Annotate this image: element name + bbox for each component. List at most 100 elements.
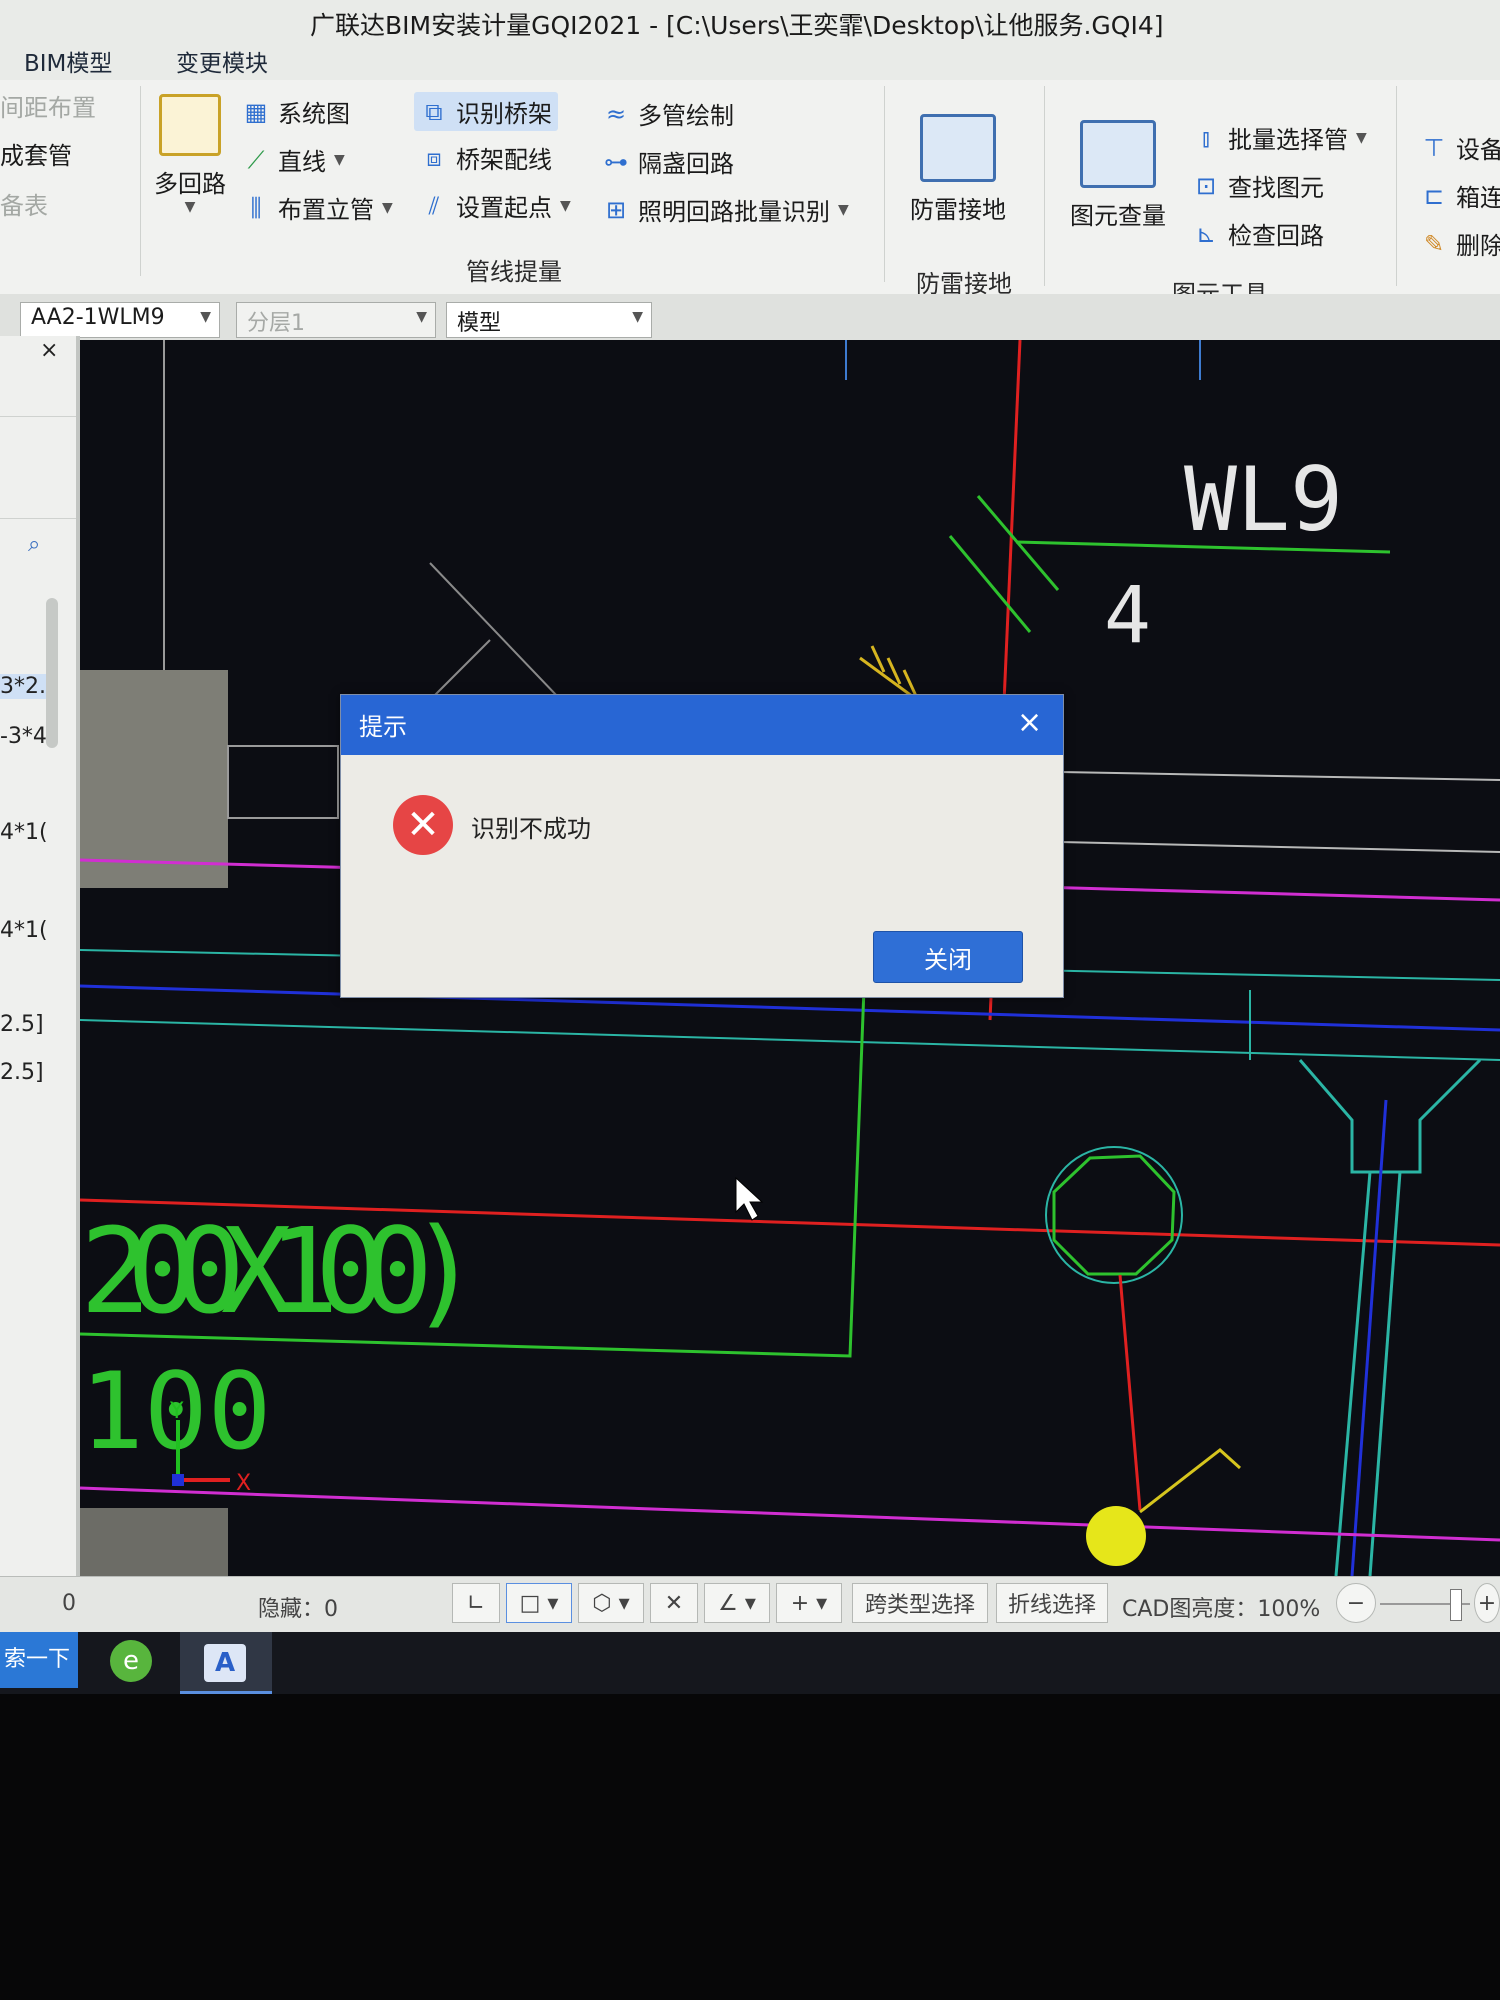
zoom-out-button[interactable]: − (1336, 1583, 1376, 1623)
set-start-dropdown-icon: ▼ (560, 197, 571, 214)
close-icon[interactable]: × (1017, 705, 1042, 740)
multi-loop-button[interactable]: 多回路 ▼ (154, 94, 226, 215)
cad-line (948, 535, 1032, 633)
polyline-select-button[interactable]: 折线选择 (996, 1583, 1108, 1623)
bridge-wiring-button[interactable]: ⧈ 桥架配线 (420, 140, 552, 175)
list-item[interactable]: 2.5] (0, 1012, 44, 1037)
hidden-loop-button[interactable]: ⊶ 隔盏回路 (602, 144, 734, 179)
system-select-value: AA2-1WLM9 (31, 305, 165, 330)
delete-button[interactable]: ✎ 删除 (1420, 226, 1500, 261)
identify-bridge-button[interactable]: ⧉ 识别桥架 (414, 92, 558, 131)
check-loop-button[interactable]: ⊾ 检查回路 (1192, 216, 1324, 251)
multi-pipe-draw-label: 多管绘制 (638, 102, 734, 130)
gray-block (80, 670, 228, 888)
error-icon: ✕ (393, 795, 453, 855)
list-item[interactable]: -3*4 (0, 724, 47, 749)
panel-close-icon[interactable]: × (40, 338, 58, 363)
find-element-button[interactable]: ⊡ 查找图元 (1192, 168, 1324, 203)
multi-pipe-draw-button[interactable]: ≈ 多管绘制 (602, 96, 734, 131)
identify-bridge-icon: ⧉ (425, 97, 443, 126)
search-icon[interactable]: ⌕ (28, 532, 40, 557)
chevron-down-icon: ▼ (632, 309, 643, 325)
pipeline-group-label: 管线提量 (466, 258, 562, 286)
cad-brightness-label: CAD图亮度：100% (1122, 1597, 1321, 1622)
ribbon-separator (140, 86, 141, 276)
list-item[interactable]: 4*1( (0, 820, 48, 845)
batch-select-dropdown-icon: ▼ (1356, 129, 1367, 146)
window-title: 广联达BIM安装计量GQI2021 - [C:\Users\王奕霏\Deskto… (310, 11, 1164, 40)
close-button[interactable]: 关闭 (873, 931, 1023, 983)
chevron-down-icon: ▼ (200, 309, 211, 325)
hidden-count: 隐藏：0 (258, 1597, 338, 1622)
tab-bim-model[interactable]: BIM模型 (24, 44, 112, 78)
straight-line-button[interactable]: ⟋ 直线 ▼ (242, 142, 345, 177)
snap-toggle[interactable]: ✕ (650, 1583, 698, 1623)
equipment-icon: ⊤ (1423, 133, 1445, 162)
place-riser-button[interactable]: ⫼ 布置立管 ▼ (242, 190, 393, 225)
dialog-title: 提示 (359, 713, 407, 741)
angle-toggle[interactable]: ∠ ▾ (704, 1583, 770, 1623)
system-diagram-label: 系统图 (278, 100, 350, 128)
list-item[interactable]: 3*2. (0, 674, 46, 699)
layer-select-value: 分层1 (247, 311, 305, 336)
list-item[interactable]: 4*1( (0, 918, 48, 943)
taskbar-app-gqi[interactable]: A (180, 1632, 272, 1694)
multi-loop-label: 多回路 (154, 170, 226, 198)
lightning-grounding-icon (920, 114, 996, 182)
element-quantity-label: 图元查量 (1070, 202, 1166, 230)
cross-type-select-button[interactable]: 跨类型选择 (852, 1583, 988, 1623)
select-box-toggle[interactable]: □ ▾ (506, 1583, 572, 1623)
system-diagram-button[interactable]: ▦ 系统图 (242, 94, 350, 129)
offset-toggle[interactable]: + ▾ (776, 1583, 842, 1623)
line-dropdown-icon: ▼ (334, 151, 345, 168)
view-select[interactable]: 模型 ▼ (446, 302, 652, 338)
cad-line (1059, 771, 1500, 781)
riser-dropdown-icon: ▼ (382, 199, 393, 216)
cad-line (1139, 1448, 1242, 1514)
multi-loop-icon (159, 94, 221, 156)
chevron-down-icon: ▼ (416, 309, 427, 325)
axis-origin-icon (172, 1474, 184, 1486)
cad-line (1334, 1171, 1372, 1576)
brightness-slider-handle[interactable] (1450, 1589, 1462, 1621)
taskbar-search[interactable]: 索一下 (0, 1632, 78, 1688)
lightning-grounding-button[interactable]: 防雷接地 (910, 114, 1006, 225)
box-connect-button[interactable]: ⊏ 箱连 (1420, 178, 1500, 213)
status-count: 0 (62, 1591, 76, 1616)
view-select-value: 模型 (457, 311, 502, 336)
tab-change-module[interactable]: 变更模块 (176, 44, 268, 78)
ortho-toggle[interactable]: ∟ (452, 1583, 500, 1623)
batch-select-pipe-button[interactable]: ⫾ 批量选择管 ▼ (1192, 120, 1367, 155)
lighting-batch-dropdown-icon: ▼ (838, 201, 849, 218)
snap-icon: ✕ (664, 1590, 684, 1616)
cross-type-select-label: 跨类型选择 (864, 1593, 975, 1618)
place-riser-label: 布置立管 (278, 196, 374, 224)
cad-line (429, 639, 491, 701)
browser-icon[interactable]: e (110, 1640, 152, 1682)
system-select[interactable]: AA2-1WLM9 ▼ (20, 302, 220, 338)
generate-sleeve-item[interactable]: 成套管 (0, 136, 72, 171)
check-loop-icon: ⊾ (1195, 219, 1217, 248)
bridge-wiring-label: 桥架配线 (456, 146, 552, 174)
spacing-layout-item[interactable]: 间距布置 (0, 88, 96, 123)
element-quantity-button[interactable]: 图元查量 (1070, 120, 1166, 231)
zoom-in-button[interactable]: + (1474, 1583, 1500, 1623)
panel-scrollbar[interactable] (46, 598, 58, 748)
dialog-header: 提示 × (341, 695, 1063, 755)
gray-block (80, 1508, 228, 1576)
equipment-table-item[interactable]: 备表 (0, 186, 48, 221)
y-axis-label: Y (169, 1399, 184, 1424)
view-3d-toggle[interactable]: ⬡ ▾ (578, 1583, 644, 1623)
lighting-batch-identify-button[interactable]: ⊞ 照明回路批量识别 ▼ (602, 192, 849, 227)
box-connect-icon: ⊏ (1423, 181, 1445, 210)
layer-select[interactable]: 分层1 ▼ (236, 302, 436, 338)
lamp-symbol (1052, 1154, 1176, 1276)
lighting-batch-identify-label: 照明回路批量识别 (638, 198, 830, 226)
set-start-button[interactable]: ⫽ 设置起点 ▼ (420, 188, 571, 223)
batch-select-icon: ⫾ (1202, 123, 1210, 152)
cad-line (1059, 841, 1500, 853)
equipment-button[interactable]: ⊤ 设备 (1420, 130, 1500, 165)
angle-icon: ∠ ▾ (718, 1590, 756, 1616)
cad-line (80, 1019, 1500, 1061)
list-item[interactable]: 2.5] (0, 1060, 44, 1085)
